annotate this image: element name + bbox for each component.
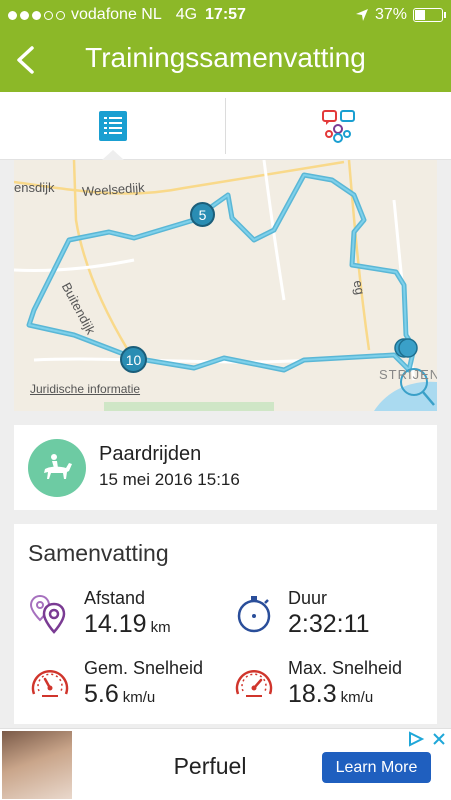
stat-unit: km: [150, 619, 171, 636]
stat-distance: Afstand 14.19 km: [28, 584, 228, 644]
km-marker-label: 5: [198, 206, 207, 223]
activity-datetime: 15 mei 2016 15:16: [99, 470, 240, 489]
stat-number: 5.6: [84, 680, 119, 708]
stat-unit: km/u: [122, 689, 156, 706]
ad-learn-more-button[interactable]: Learn More: [322, 752, 431, 783]
km-marker-10: 10: [120, 346, 147, 373]
stat-max-speed: Max. Snelheid 18.3 km/u: [232, 654, 432, 714]
km-marker-5: 5: [190, 202, 215, 227]
distance-pin-icon: [29, 594, 66, 634]
tab-bar: [0, 92, 451, 160]
social-share-icon: [321, 110, 355, 143]
stat-number: 18.3: [288, 680, 337, 708]
tab-indicator: [102, 150, 124, 160]
stat-number: 14.19: [84, 610, 147, 638]
activity-name: Paardrijden: [99, 443, 202, 465]
battery-percent: 37%: [374, 6, 407, 23]
close-icon[interactable]: [431, 731, 447, 747]
summary-card: Samenvatting Afstand 14.19 km Duur 2:32:1…: [14, 524, 437, 724]
stat-number: 2:32:11: [288, 610, 370, 638]
stat-unit: km/u: [340, 689, 374, 706]
map-street-label: ensdijk: [14, 180, 55, 195]
stat-duration: Duur 2:32:11: [232, 584, 432, 644]
battery-icon: [413, 8, 446, 22]
activity-card: Paardrijden 15 mei 2016 15:16: [14, 425, 437, 510]
km-marker-label: 10: [125, 351, 142, 368]
stat-value: 14.19 km: [84, 610, 171, 639]
stat-label: Gem. Snelheid: [84, 658, 204, 678]
map-place-label: STRIJEN: [379, 367, 437, 382]
stopwatch-icon: [237, 596, 271, 633]
stat-label: Afstand: [84, 588, 146, 608]
status-bar: vodafone NL 4G 17:57 37%: [0, 0, 451, 30]
ad-banner[interactable]: Perfuel Learn More: [0, 728, 451, 800]
stat-avg-speed: Gem. Snelheid 5.6 km/u: [28, 654, 228, 714]
location-arrow-icon: [355, 9, 368, 21]
page-title: Trainingssamenvatting: [85, 42, 366, 73]
map-street-label: eg: [350, 279, 368, 296]
ad-image[interactable]: [2, 731, 72, 799]
list-icon: [98, 111, 127, 141]
route-map[interactable]: 5 10 ensdijk Weelsedijk Buitendijk eg ST…: [14, 160, 437, 411]
stat-label: Max. Snelheid: [288, 658, 403, 678]
horse-riding-icon: [28, 439, 86, 497]
stat-value: 18.3 km/u: [288, 680, 373, 709]
stat-label: Duur: [288, 588, 328, 608]
speedometer-icon: [31, 670, 69, 697]
tab-social[interactable]: [226, 92, 451, 160]
ad-brand[interactable]: Perfuel: [130, 753, 290, 780]
app-header: vodafone NL 4G 17:57 37% Trainingssamenv…: [0, 0, 451, 92]
speedometer-icon: [235, 670, 273, 697]
legal-link[interactable]: Juridische informatie: [30, 382, 140, 396]
stat-value: 2:32:11: [288, 610, 370, 639]
stat-value: 5.6 km/u: [84, 680, 155, 709]
summary-title: Samenvatting: [28, 540, 169, 566]
ad-choices-icon[interactable]: [407, 731, 425, 747]
